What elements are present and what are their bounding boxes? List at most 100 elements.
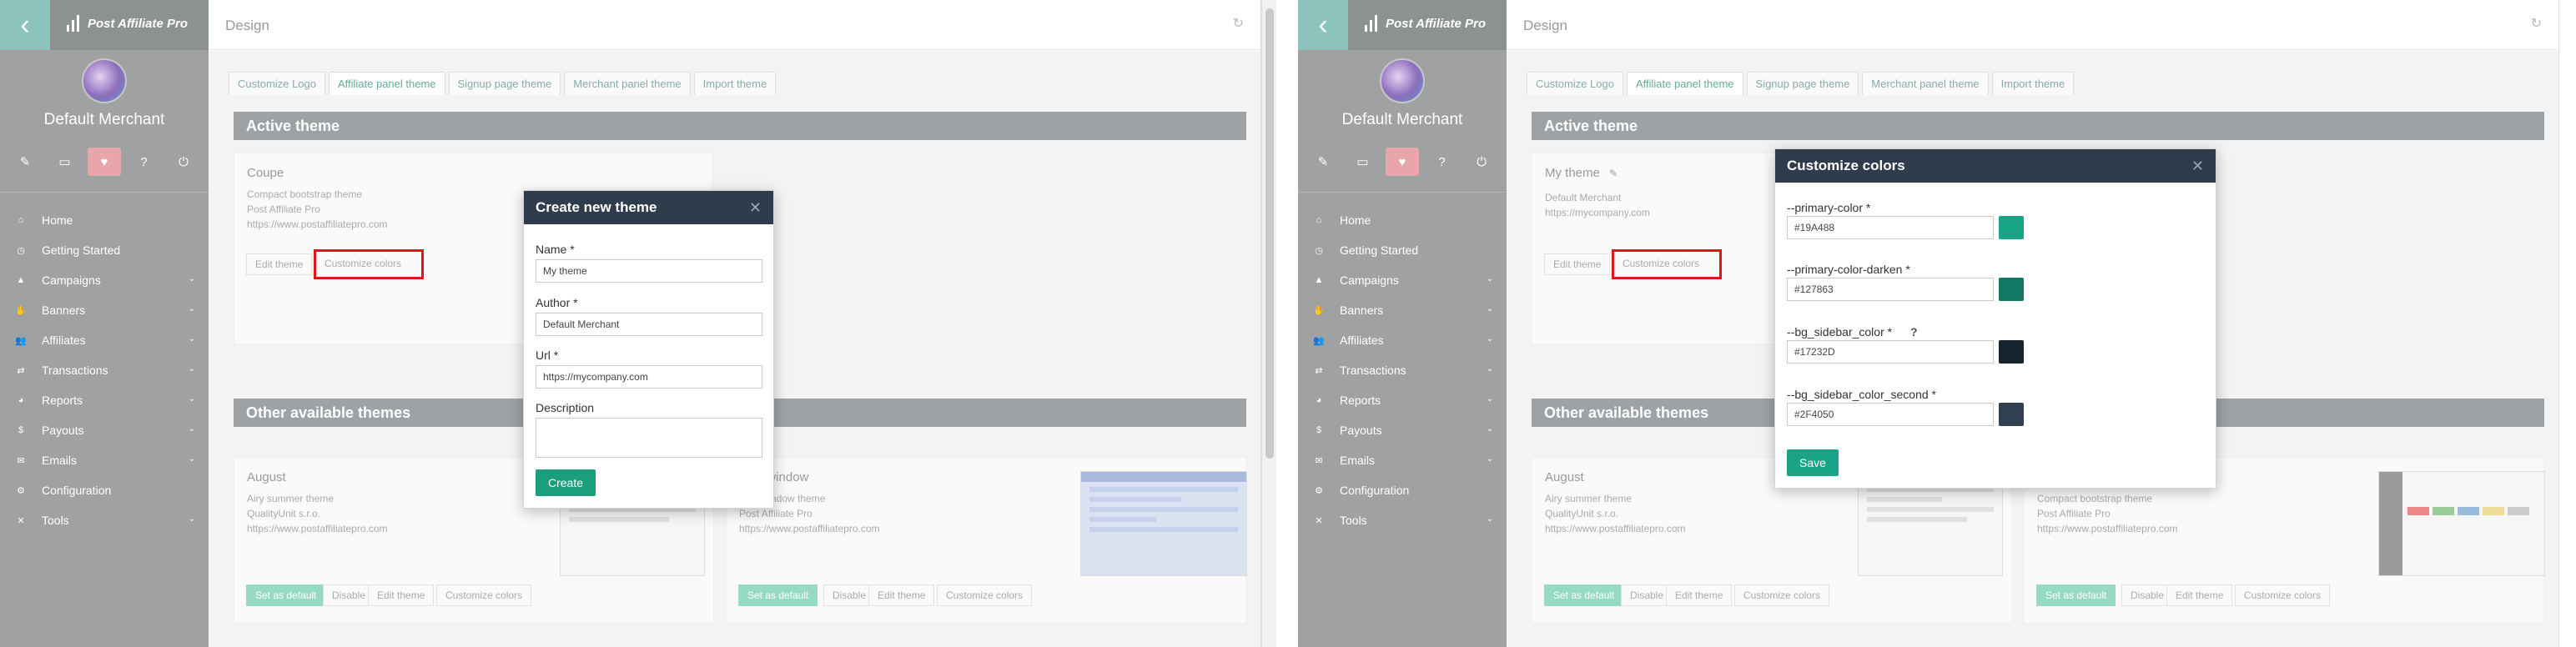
sidebar-item-tools[interactable]: ✕ Tools ⌄: [0, 505, 209, 535]
sidebar-item-banners[interactable]: ✋ Banners ⌄: [1298, 295, 1507, 325]
color-value-input[interactable]: #127863: [1787, 278, 1994, 301]
tab-merchant-panel-theme[interactable]: Merchant panel theme: [564, 72, 691, 95]
edit-theme-button[interactable]: Edit theme: [1666, 584, 1733, 606]
sidebar-item-banners[interactable]: ✋ Banners ⌄: [0, 295, 209, 325]
refresh-icon[interactable]: ↻: [1233, 15, 1244, 32]
customize-colors-button[interactable]: Customize colors: [937, 584, 1033, 606]
sidebar-item-reports[interactable]: ◕ Reports ⌄: [1298, 385, 1507, 415]
back-button[interactable]: ‹: [1298, 0, 1348, 50]
sidebar-item-label: Configuration: [1340, 484, 1410, 497]
theme-preview-image: [2378, 471, 2545, 576]
monitor-icon[interactable]: ▭: [48, 148, 82, 176]
color-swatch[interactable]: [1999, 216, 2024, 239]
edit-theme-button[interactable]: Edit theme: [1544, 253, 1611, 275]
help-icon[interactable]: ?: [1910, 325, 1918, 339]
sidebar-item-home[interactable]: ⌂ Home: [0, 205, 209, 235]
author-input[interactable]: Default Merchant: [536, 313, 762, 336]
name-input[interactable]: My theme: [536, 259, 762, 283]
create-button[interactable]: Create: [536, 469, 596, 496]
edit-theme-button[interactable]: Edit theme: [246, 253, 313, 275]
question-icon[interactable]: ?: [1426, 148, 1459, 176]
description-textarea[interactable]: [536, 418, 762, 458]
pencil-icon[interactable]: ✎: [8, 148, 42, 176]
edit-theme-button[interactable]: Edit theme: [2166, 584, 2233, 606]
tab-merchant-panel-theme[interactable]: Merchant panel theme: [1862, 72, 1989, 95]
refresh-icon[interactable]: ↻: [2531, 15, 2542, 32]
pencil-icon[interactable]: ✎: [1306, 148, 1340, 176]
color-value-input[interactable]: #2F4050: [1787, 403, 1994, 426]
tab-customize-logo[interactable]: Customize Logo: [1527, 72, 1623, 95]
disable-button[interactable]: Disable: [2121, 584, 2174, 606]
sidebar-item-getting-started[interactable]: ◷ Getting Started: [1298, 235, 1507, 265]
sidebar-item-configuration[interactable]: ⚙ Configuration: [0, 475, 209, 505]
avatar[interactable]: [82, 58, 127, 103]
bars-logo-icon: [1365, 15, 1377, 32]
close-icon[interactable]: ✕: [749, 191, 762, 224]
avatar[interactable]: [1380, 58, 1425, 103]
sidebar-item-affiliates[interactable]: 👥 Affiliates ⌄: [0, 325, 209, 355]
disable-button[interactable]: Disable: [323, 584, 375, 606]
edit-theme-button[interactable]: Edit theme: [368, 584, 435, 606]
set-as-default-button[interactable]: Set as default: [1544, 584, 1624, 606]
set-as-default-button[interactable]: Set as default: [738, 584, 818, 606]
scrollbar[interactable]: [1261, 0, 1276, 647]
save-button[interactable]: Save: [1787, 449, 1839, 476]
customize-colors-button[interactable]: Customize colors: [1612, 249, 1722, 279]
customize-colors-button[interactable]: Customize colors: [2235, 584, 2331, 606]
customize-colors-button[interactable]: Customize colors: [1734, 584, 1830, 606]
set-as-default-button[interactable]: Set as default: [246, 584, 326, 606]
tab-import-theme[interactable]: Import theme: [693, 72, 777, 95]
customize-colors-button[interactable]: Customize colors: [314, 249, 424, 279]
heart-icon[interactable]: ♥: [1386, 148, 1419, 176]
sidebar-item-transactions[interactable]: ⇄ Transactions ⌄: [1298, 355, 1507, 385]
tab-signup-page-theme[interactable]: Signup page theme: [448, 72, 561, 95]
color-swatch[interactable]: [1999, 340, 2024, 364]
sidebar-item-affiliates[interactable]: 👥 Affiliates ⌄: [1298, 325, 1507, 355]
color-field-label: --primary-color-darken *: [1787, 263, 1910, 276]
sidebar-item-campaigns[interactable]: ▲ Campaigns ⌄: [0, 265, 209, 295]
question-icon[interactable]: ?: [128, 148, 161, 176]
color-swatch[interactable]: [1999, 278, 2024, 301]
sidebar-item-transactions[interactable]: ⇄ Transactions ⌄: [0, 355, 209, 385]
sidebar-item-label: Configuration: [42, 484, 112, 497]
color-swatch[interactable]: [1999, 403, 2024, 426]
disable-button[interactable]: Disable: [1621, 584, 1673, 606]
tab-affiliate-panel-theme[interactable]: Affiliate panel theme: [328, 72, 445, 95]
sidebar-item-emails[interactable]: ✉ Emails ⌄: [1298, 445, 1507, 475]
close-icon[interactable]: ✕: [2191, 149, 2204, 183]
tab-import-theme[interactable]: Import theme: [1991, 72, 2075, 95]
theme-card-window: ...pe window ...pe window theme Post Aff…: [726, 457, 1247, 624]
chevron-down-icon: ⌄: [188, 394, 195, 404]
chart-icon: ▲: [16, 275, 26, 285]
sidebar-item-payouts[interactable]: $ Payouts ⌄: [1298, 415, 1507, 445]
left-screenshot: ‹ Post Affiliate Pro Default Merchant ✎ …: [0, 0, 1261, 647]
set-as-default-button[interactable]: Set as default: [2036, 584, 2116, 606]
url-input[interactable]: https://mycompany.com: [536, 365, 762, 389]
gear-icon: ⚙: [1315, 485, 1323, 496]
back-button[interactable]: ‹: [0, 0, 50, 50]
sidebar-item-campaigns[interactable]: ▲ Campaigns ⌄: [1298, 265, 1507, 295]
tab-signup-page-theme[interactable]: Signup page theme: [1746, 72, 1859, 95]
monitor-icon[interactable]: ▭: [1346, 148, 1380, 176]
color-value-input[interactable]: #17232D: [1787, 340, 1994, 364]
power-icon[interactable]: ⏻: [1465, 148, 1498, 176]
disable-button[interactable]: Disable: [823, 584, 876, 606]
sidebar: ‹ Post Affiliate Pro Default Merchant ✎ …: [1298, 0, 1507, 647]
sidebar-item-getting-started[interactable]: ◷ Getting Started: [0, 235, 209, 265]
edit-theme-button[interactable]: Edit theme: [868, 584, 935, 606]
sidebar-item-configuration[interactable]: ⚙ Configuration: [1298, 475, 1507, 505]
color-value-input[interactable]: #19A488: [1787, 216, 1994, 239]
tab-affiliate-panel-theme[interactable]: Affiliate panel theme: [1626, 72, 1743, 95]
sidebar-menu: ⌂ Home ◷ Getting Started ▲ Campaigns ⌄ ✋ Banners…: [0, 205, 209, 535]
power-icon[interactable]: ⏻: [167, 148, 200, 176]
customize-colors-button[interactable]: Customize colors: [436, 584, 532, 606]
sidebar-item-emails[interactable]: ✉ Emails ⌄: [0, 445, 209, 475]
sidebar-item-home[interactable]: ⌂ Home: [1298, 205, 1507, 235]
sidebar-item-reports[interactable]: ◕ Reports ⌄: [0, 385, 209, 415]
pencil-icon[interactable]: ✎: [1609, 168, 1618, 179]
scrollbar-gutter: [1261, 0, 1298, 647]
sidebar-item-payouts[interactable]: $ Payouts ⌄: [0, 415, 209, 445]
heart-icon[interactable]: ♥: [88, 148, 121, 176]
tab-customize-logo[interactable]: Customize Logo: [229, 72, 325, 95]
sidebar-item-tools[interactable]: ✕ Tools ⌄: [1298, 505, 1507, 535]
